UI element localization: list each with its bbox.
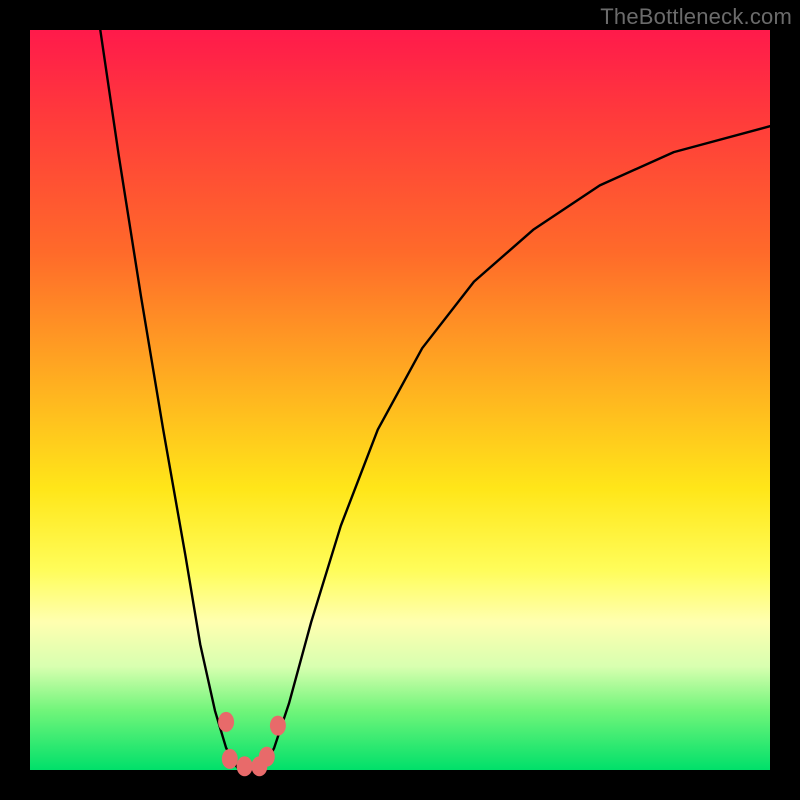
curve-layer xyxy=(30,30,770,770)
watermark-text: TheBottleneck.com xyxy=(600,4,792,30)
marker-dot xyxy=(218,712,234,732)
plot-area xyxy=(30,30,770,770)
marker-dot xyxy=(259,747,275,767)
curve-right-branch xyxy=(263,126,770,770)
marker-dot xyxy=(270,716,286,736)
chart-frame: TheBottleneck.com xyxy=(0,0,800,800)
marker-dot xyxy=(237,756,253,776)
marker-dot xyxy=(222,749,238,769)
curve-left-branch xyxy=(100,30,239,770)
